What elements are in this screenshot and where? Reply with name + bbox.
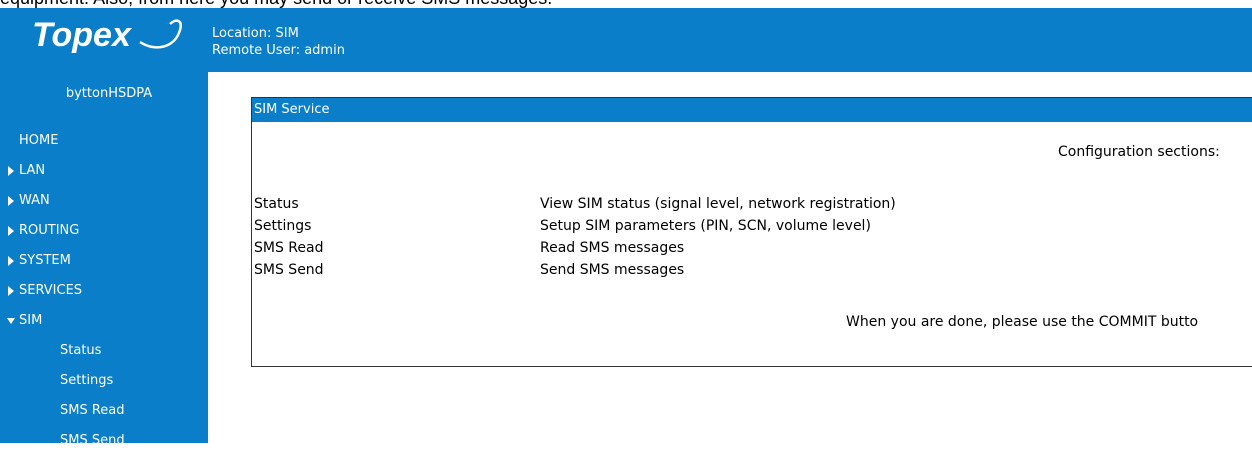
section-description: Read SMS messages (540, 240, 685, 256)
section-row-sms-send[interactable]: SMS Send Send SMS messages (254, 262, 1252, 284)
topex-logo: Topex (32, 16, 182, 54)
triangle-right-icon (8, 196, 14, 206)
section-row-status[interactable]: Status View SIM status (signal level, ne… (254, 196, 1252, 218)
device-name: byttonHSDPA (65, 86, 153, 101)
sidebar-subitem-label: SMS Read (60, 403, 125, 418)
sidebar: byttonHSDPA HOME LAN WAN ROUTING SYSTEM … (0, 72, 208, 448)
section-description: Send SMS messages (540, 262, 685, 278)
sim-service-panel: SIM Service Configuration sections: Stat… (251, 97, 1252, 367)
header-bar: Topex Location: SIM Remote User: admin (0, 8, 1252, 72)
triangle-right-icon (8, 256, 14, 266)
sidebar-item-wan[interactable]: WAN (0, 186, 208, 216)
sidebar-item-sim[interactable]: SIM (0, 306, 208, 336)
sidebar-item-system[interactable]: SYSTEM (0, 246, 208, 276)
sidebar-subitem-label: Status (60, 343, 102, 358)
sidebar-item-home[interactable]: HOME (0, 126, 208, 156)
sidebar-item-label: SIM (19, 313, 43, 328)
sidebar-item-label: WAN (19, 193, 50, 208)
sidebar-subitem-sms-read[interactable]: SMS Read (0, 396, 208, 426)
section-row-sms-read[interactable]: SMS Read Read SMS messages (254, 240, 1252, 262)
sidebar-item-label: LAN (19, 163, 46, 178)
sidebar-subitem-label: Settings (60, 373, 114, 388)
location-text: Location: SIM (212, 26, 299, 41)
config-sections-label: Configuration sections: (1058, 144, 1220, 160)
section-description: Setup SIM parameters (PIN, SCN, volume l… (540, 218, 871, 234)
sidebar-item-label: SERVICES (19, 283, 83, 298)
section-name: SMS Send (254, 262, 324, 278)
page-caption: equipment. Also, from here you may send … (0, 0, 1252, 8)
triangle-right-icon (8, 286, 14, 296)
sidebar-subitem-settings[interactable]: Settings (0, 366, 208, 396)
triangle-right-icon (8, 226, 14, 236)
section-name: Status (254, 196, 299, 212)
sidebar-item-label: HOME (19, 133, 59, 148)
sidebar-item-label: SYSTEM (19, 253, 71, 268)
section-description: View SIM status (signal level, network r… (540, 196, 896, 212)
section-name: Settings (254, 218, 312, 234)
section-row-settings[interactable]: Settings Setup SIM parameters (PIN, SCN,… (254, 218, 1252, 240)
sidebar-subitem-label: SMS Send (60, 433, 125, 448)
section-name: SMS Read (254, 240, 324, 256)
sidebar-subitem-sms-send[interactable]: SMS Send (0, 426, 208, 456)
sidebar-item-services[interactable]: SERVICES (0, 276, 208, 306)
sidebar-item-lan[interactable]: LAN (0, 156, 208, 186)
header-info: Location: SIM Remote User: admin (212, 25, 345, 59)
commit-note: When you are done, please use the COMMIT… (846, 314, 1199, 330)
sidebar-item-routing[interactable]: ROUTING (0, 216, 208, 246)
svg-text:Topex: Topex (32, 16, 133, 54)
remote-user-text: Remote User: admin (212, 43, 345, 58)
sidebar-item-label: ROUTING (19, 223, 80, 238)
sidebar-subitem-status[interactable]: Status (0, 336, 208, 366)
triangle-right-icon (8, 166, 14, 176)
triangle-down-icon (7, 318, 15, 324)
panel-title: SIM Service (252, 98, 1252, 122)
